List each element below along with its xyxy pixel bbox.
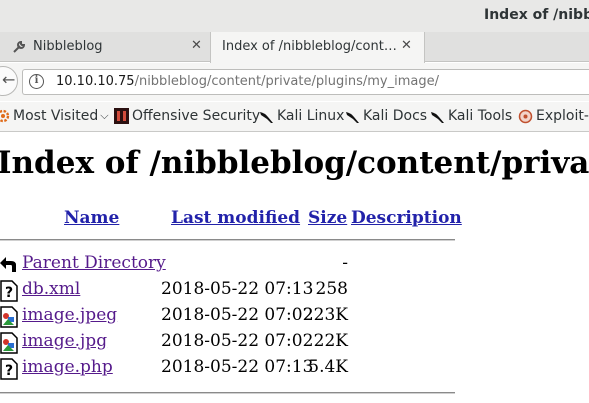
file-date: 2018-05-22 07:02 — [161, 331, 314, 351]
file-size: 22K — [313, 331, 348, 351]
wrench-favicon-icon — [13, 40, 26, 53]
page-content: Index of /nibbleblog/content/priva Name … — [0, 133, 589, 403]
bookmark-label: Kali Linux — [277, 108, 345, 124]
window-title: Index of /nibble — [484, 7, 589, 23]
back-arrow-icon: ← — [2, 70, 16, 89]
column-header-description[interactable]: Description — [351, 208, 462, 228]
nav-bar: ← i 10.10.10.75/nibbleblog/content/priva… — [0, 63, 589, 101]
gear-icon — [0, 109, 10, 123]
column-header-name[interactable]: Name — [64, 208, 119, 228]
file-size: - — [342, 253, 348, 273]
file-date: 2018-05-22 07:13 — [161, 357, 314, 377]
svg-text:?: ? — [5, 285, 13, 301]
column-header-last-modified[interactable]: Last modified — [171, 208, 300, 228]
file-link[interactable]: db.xml — [22, 279, 80, 299]
bookmarks-bar: Most Visited ⌵ Offensive Security Kali L… — [0, 102, 589, 132]
url-text: 10.10.10.75/nibbleblog/content/private/p… — [56, 74, 439, 89]
file-date: 2018-05-22 07:13 — [161, 279, 314, 299]
image-file-icon — [0, 332, 18, 354]
close-tab-icon[interactable]: ✕ — [401, 38, 412, 53]
file-date: 2018-05-22 07:02 — [161, 305, 314, 325]
bookmark-label: Kali Docs — [363, 108, 428, 124]
bookmark-label: Most Visited — [13, 108, 99, 124]
url-bar[interactable]: i 10.10.10.75/nibbleblog/content/private… — [22, 69, 589, 95]
svg-text:?: ? — [5, 363, 13, 379]
file-link[interactable]: image.php — [22, 357, 113, 377]
table-row: image.jpg 2018-05-22 07:02 22K — [0, 330, 460, 356]
tab-index-of[interactable]: Index of /nibbleblog/cont… ✕ — [210, 32, 425, 63]
table-row: ? db.xml 2018-05-22 07:13 258 — [0, 278, 460, 304]
bookmark-label: Offensive Security — [132, 108, 261, 124]
offsec-icon — [114, 108, 129, 124]
bookmark-kali-linux[interactable]: Kali Linux — [259, 108, 344, 124]
file-link[interactable]: image.jpeg — [22, 305, 117, 325]
file-link[interactable]: Parent Directory — [22, 253, 166, 273]
url-path: /nibbleblog/content/private/plugins/my_i… — [134, 74, 439, 89]
info-icon[interactable]: i — [29, 74, 44, 89]
bookmark-kali-tools[interactable]: Kali Tools — [430, 108, 512, 124]
file-size: 5.4K — [308, 357, 348, 377]
image-file-icon — [0, 306, 18, 328]
tab-label: Index of /nibbleblog/cont… — [222, 39, 397, 54]
bookmark-label: Kali Tools — [448, 108, 513, 124]
table-row: ? image.php 2018-05-22 07:13 5.4K — [0, 356, 460, 382]
divider — [0, 392, 455, 394]
unknown-file-icon: ? — [0, 358, 18, 380]
bookmark-kali-docs[interactable]: Kali Docs — [345, 108, 427, 124]
tab-label: Nibbleblog — [33, 39, 103, 54]
kali-dragon-icon — [431, 111, 444, 123]
page-title: Index of /nibbleblog/content/priva — [0, 145, 589, 181]
bookmark-most-visited[interactable]: Most Visited ⌵ — [0, 108, 109, 124]
kali-dragon-icon — [346, 111, 359, 123]
table-row: image.jpeg 2018-05-22 07:02 223K — [0, 304, 460, 330]
file-link[interactable]: image.jpg — [22, 331, 107, 351]
divider — [0, 239, 455, 241]
column-header-size[interactable]: Size — [308, 208, 347, 228]
tab-nibbleblog[interactable]: Nibbleblog ✕ — [0, 32, 210, 62]
exploit-db-icon — [518, 109, 533, 123]
unknown-file-icon: ? — [0, 280, 18, 302]
file-size: 258 — [315, 279, 348, 299]
window-titlebar: Index of /nibble — [0, 0, 589, 32]
file-size: 223K — [302, 305, 348, 325]
table-row: Parent Directory - — [0, 252, 460, 278]
url-host: 10.10.10.75 — [56, 74, 135, 89]
tab-strip: Nibbleblog ✕ Index of /nibbleblog/cont… … — [0, 32, 589, 88]
back-button[interactable]: ← — [0, 66, 18, 96]
bookmark-label: Exploit-D — [536, 108, 589, 124]
bookmark-offensive-security[interactable]: Offensive Security — [114, 108, 260, 124]
chevron-down-icon: ⌵ — [100, 109, 109, 122]
bookmark-exploit-db[interactable]: Exploit-D — [518, 108, 589, 124]
close-tab-icon[interactable]: ✕ — [191, 38, 202, 53]
parent-directory-icon — [0, 257, 16, 272]
kali-dragon-icon — [260, 111, 273, 123]
